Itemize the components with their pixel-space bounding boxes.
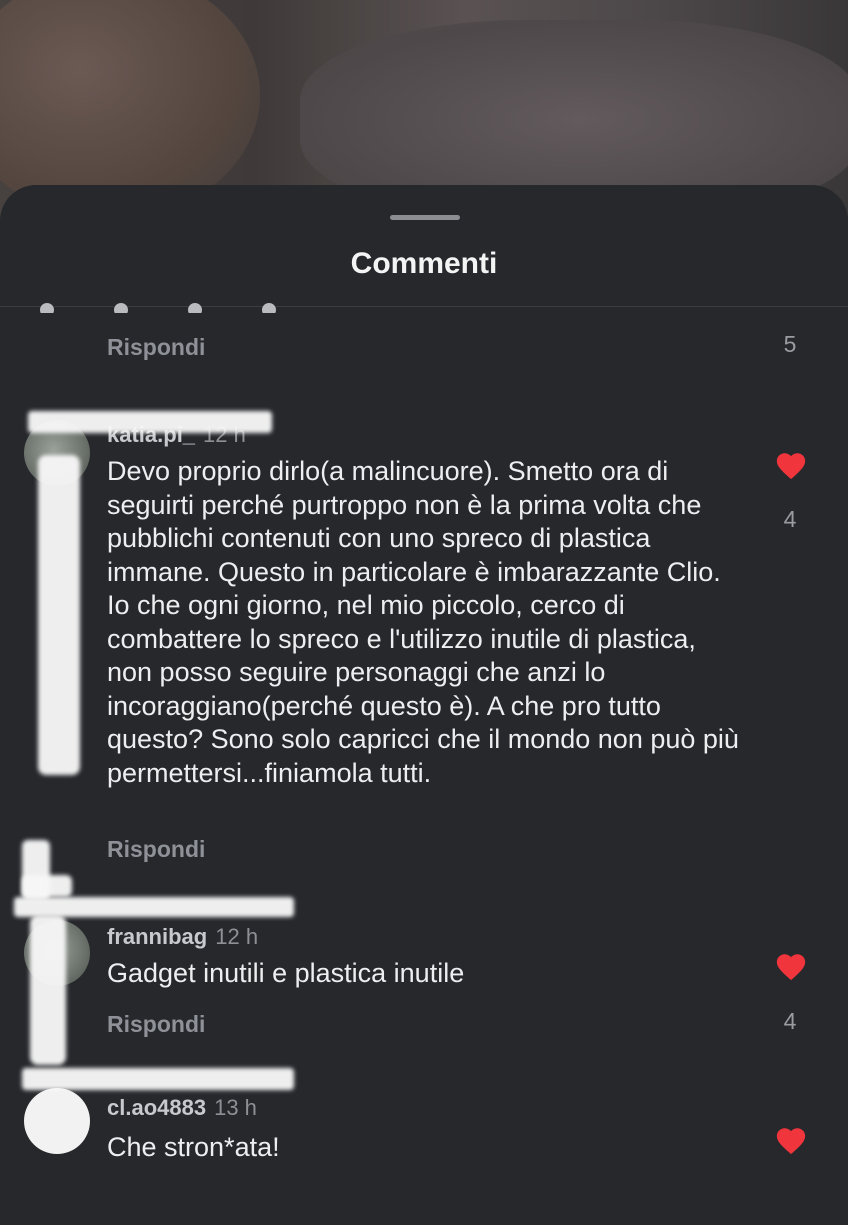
comments-sheet: Commenti Rispondi 5 katia.pi_ 12 h Devo p… <box>0 185 848 1225</box>
heart-icon[interactable] <box>774 950 808 984</box>
avatar[interactable] <box>24 1088 90 1154</box>
redaction-mark <box>22 875 72 897</box>
previous-comment-cutoff <box>40 297 370 313</box>
redaction-mark <box>14 897 294 917</box>
reply-button[interactable]: Rispondi <box>107 836 205 863</box>
username-text[interactable]: cl.ao4883 <box>107 1095 206 1120</box>
reply-button[interactable]: Rispondi <box>107 1011 205 1038</box>
comment-username[interactable]: cl.ao4883 13 h <box>107 1095 257 1121</box>
reply-button[interactable]: Rispondi <box>107 334 205 361</box>
like-count: 4 <box>783 1008 797 1034</box>
sheet-grabber[interactable] <box>390 215 460 220</box>
like-count: 5 <box>783 331 797 357</box>
redaction-mark <box>28 411 272 433</box>
redaction-mark <box>38 455 80 775</box>
comment-time: 12 h <box>215 924 259 949</box>
comment-username[interactable]: frannibag 12 h <box>107 924 258 950</box>
comment-text: Che stron*ata! <box>107 1132 280 1162</box>
comment-text: Devo proprio dirlo(a malincuore). Smetto… <box>107 456 739 788</box>
redaction-mark <box>22 1068 294 1090</box>
sheet-title: Commenti <box>350 247 498 280</box>
redaction-mark <box>30 915 66 1065</box>
like-count: 4 <box>783 506 797 532</box>
comment-time: 13 h <box>214 1095 257 1120</box>
comment-text: Gadget inutili e plastica inutile <box>107 958 465 988</box>
heart-icon[interactable] <box>774 449 808 483</box>
username-text[interactable]: frannibag <box>107 924 207 949</box>
heart-icon[interactable] <box>774 1124 808 1158</box>
